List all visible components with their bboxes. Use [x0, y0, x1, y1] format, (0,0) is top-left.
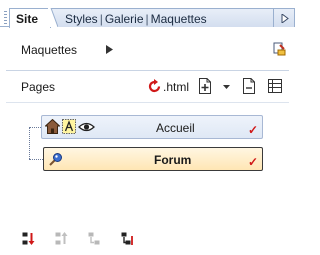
grip-handle[interactable] [4, 11, 7, 24]
site-panel: Site Styles | Galerie | Maquettes Maquettes … [0, 0, 295, 255]
divider [6, 102, 289, 103]
tab-site-label: Site [16, 12, 39, 26]
checkmark-icon: ✓ [247, 123, 258, 137]
play-arrow-icon [281, 14, 289, 23]
tree-connector [29, 127, 41, 128]
pages-label: Pages [21, 80, 56, 94]
text-box-icon[interactable] [62, 119, 76, 134]
divider [6, 70, 289, 71]
page-list-icon[interactable] [267, 78, 283, 94]
tab-styles[interactable]: Styles [65, 12, 98, 26]
page-node-accueil[interactable]: Accueil ✓ [41, 115, 263, 139]
page-icon[interactable] [242, 78, 256, 94]
refresh-icon[interactable] [148, 79, 162, 94]
page-node-forum[interactable]: Forum ✓ [43, 147, 263, 171]
tab-bar: Site Styles | Galerie | Maquettes [0, 8, 295, 28]
stamp-icon[interactable] [272, 41, 288, 57]
tab-slant-decoration [48, 8, 58, 27]
tab-overflow-button[interactable] [273, 8, 295, 27]
tab-separator: | [99, 12, 103, 26]
page-title: Accueil [156, 121, 195, 135]
page-title: Forum [154, 153, 192, 167]
sort-red-icon[interactable] [22, 232, 35, 246]
forum-pin-icon[interactable] [48, 152, 63, 167]
maquettes-label: Maquettes [21, 43, 78, 57]
html-label[interactable]: .html [163, 80, 189, 94]
tree-connector [29, 127, 30, 159]
sort-active-icon[interactable] [121, 232, 134, 246]
tab-site[interactable]: Site [9, 8, 51, 28]
add-page-icon[interactable] [198, 78, 212, 94]
dropdown-arrow-icon[interactable] [223, 85, 230, 89]
move-disabled-icon[interactable] [88, 232, 101, 246]
play-arrow-icon[interactable] [106, 45, 113, 54]
tab-galerie[interactable]: Galerie [105, 12, 144, 26]
home-icon[interactable] [45, 119, 60, 134]
tab-separator: | [145, 12, 149, 26]
sort-disabled-icon[interactable] [55, 232, 68, 246]
tree-connector [29, 159, 43, 160]
eye-icon[interactable] [78, 121, 95, 133]
tab-group: Styles | Galerie | Maquettes [51, 8, 273, 27]
tab-maquettes[interactable]: Maquettes [151, 12, 207, 26]
checkmark-icon: ✓ [247, 155, 258, 169]
